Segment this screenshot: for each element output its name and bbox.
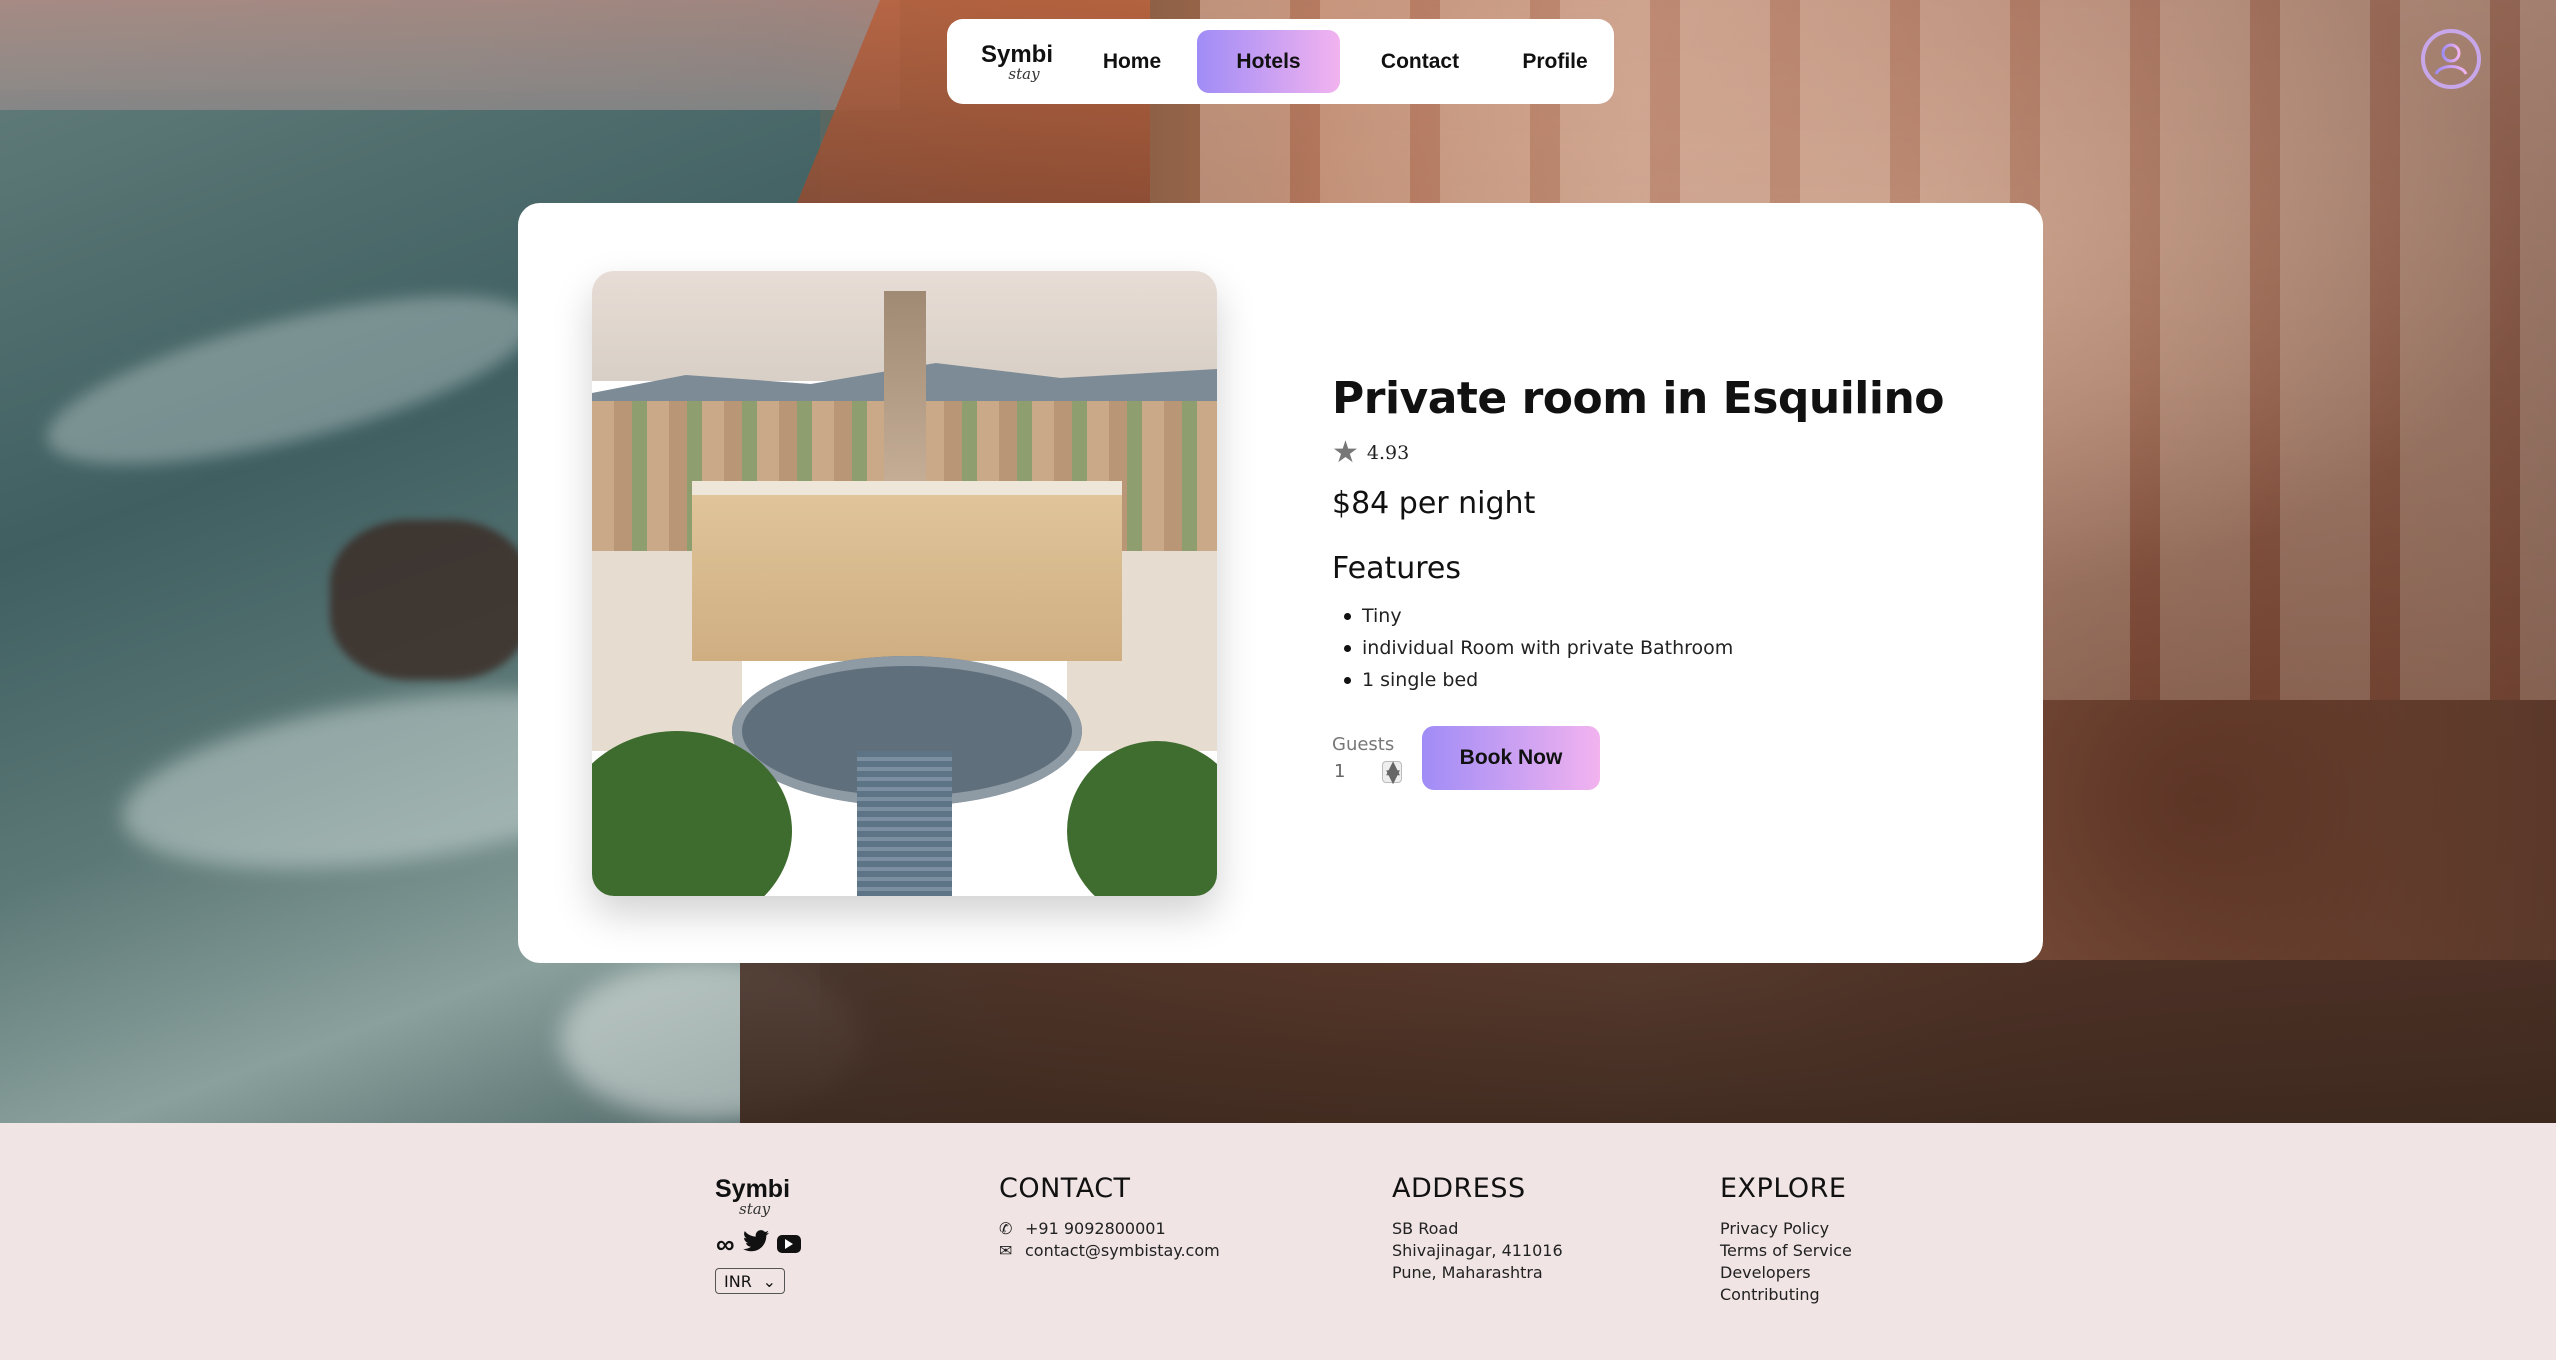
- nav-contact[interactable]: Contact: [1360, 30, 1480, 93]
- brand-logo[interactable]: Symbi stay: [967, 40, 1067, 83]
- site-footer: Symbi stay ∞ INR ⌄ CONTACT ✆ +91 9092800…: [0, 1123, 2556, 1360]
- address-line: Shivajinagar, 411016: [1392, 1241, 1563, 1260]
- currency-value: INR: [724, 1271, 752, 1291]
- address-line: Pune, Maharashtra: [1392, 1263, 1543, 1282]
- meta-icon[interactable]: ∞: [716, 1231, 735, 1257]
- footer-logo[interactable]: Symbi stay: [715, 1175, 791, 1218]
- guests-field: Guests 1 ▲ ▼: [1332, 733, 1402, 785]
- booking-row: Guests 1 ▲ ▼ Book Now: [1332, 726, 1944, 790]
- logo-wordmark: Symbi: [980, 40, 1054, 68]
- phone-number[interactable]: +91 9092800001: [1025, 1218, 1166, 1240]
- nav-hotels[interactable]: Hotels: [1197, 30, 1340, 93]
- social-links: ∞: [716, 1230, 801, 1257]
- guests-input[interactable]: 1 ▲ ▼: [1332, 758, 1402, 785]
- footer-explore: EXPLORE Privacy Policy Terms of Service …: [1720, 1173, 1852, 1306]
- footer-logo-wordmark: Symbi: [715, 1175, 791, 1203]
- rating: ★ 4.93: [1332, 438, 1944, 468]
- email-line[interactable]: ✉ contact@symbistay.com: [999, 1240, 1220, 1262]
- nav-profile[interactable]: Profile: [1500, 30, 1610, 93]
- youtube-icon[interactable]: [776, 1234, 801, 1253]
- link-terms-of-service[interactable]: Terms of Service: [1720, 1240, 1852, 1262]
- footer-address: ADDRESS SB Road Shivajinagar, 411016 Pun…: [1392, 1173, 1563, 1284]
- sky-area: [0, 0, 900, 110]
- feature-item: 1 single bed: [1332, 664, 1944, 696]
- feature-item: individual Room with private Bathroom: [1332, 632, 1944, 664]
- listing-title: Private room in Esquilino: [1332, 373, 1945, 424]
- guests-value[interactable]: 1: [1334, 761, 1345, 782]
- cliff-base: [740, 960, 2556, 1123]
- guests-label: Guests: [1332, 733, 1395, 755]
- link-developers[interactable]: Developers: [1720, 1262, 1852, 1284]
- phone-line[interactable]: ✆ +91 9092800001: [999, 1218, 1220, 1240]
- contact-heading: CONTACT: [999, 1173, 1131, 1204]
- twitter-icon[interactable]: [742, 1230, 769, 1257]
- chevron-down-icon: ⌄: [762, 1271, 776, 1291]
- features-list: Tiny individual Room with private Bathro…: [1332, 600, 1944, 696]
- price-per-night: $84 per night: [1332, 486, 1536, 521]
- features-heading: Features: [1332, 551, 1461, 586]
- link-contributing[interactable]: Contributing: [1720, 1284, 1852, 1306]
- star-icon: ★: [1332, 436, 1359, 469]
- listing-info: Private room in Esquilino ★ 4.93 $84 per…: [1332, 373, 1945, 790]
- phone-icon: ✆: [999, 1219, 1013, 1238]
- footer-contact: CONTACT ✆ +91 9092800001 ✉ contact@symbi…: [999, 1173, 1220, 1262]
- top-navbar: Symbi stay Home Hotels Contact Profile: [947, 19, 1614, 104]
- stepper-down-icon[interactable]: ▼: [1386, 767, 1400, 785]
- logo-script: stay: [1008, 64, 1040, 83]
- user-circle-icon[interactable]: [2421, 29, 2481, 89]
- currency-select[interactable]: INR ⌄: [715, 1268, 785, 1294]
- nav-home[interactable]: Home: [1087, 30, 1177, 93]
- footer-logo-script: stay: [739, 1200, 771, 1218]
- address-heading: ADDRESS: [1392, 1173, 1526, 1204]
- link-privacy-policy[interactable]: Privacy Policy: [1720, 1218, 1852, 1240]
- feature-item: Tiny: [1332, 600, 1944, 632]
- listing-card: Private room in Esquilino ★ 4.93 $84 per…: [518, 203, 2043, 963]
- listing-photo: [592, 271, 1217, 896]
- guests-stepper[interactable]: ▲ ▼: [1382, 758, 1402, 785]
- explore-heading: EXPLORE: [1720, 1173, 1847, 1204]
- rocks: [330, 520, 530, 680]
- rating-value: 4.93: [1366, 442, 1410, 464]
- book-now-button[interactable]: Book Now: [1422, 726, 1600, 790]
- mail-icon: ✉: [999, 1241, 1013, 1260]
- address-line: SB Road: [1392, 1219, 1459, 1238]
- email-address[interactable]: contact@symbistay.com: [1025, 1240, 1220, 1262]
